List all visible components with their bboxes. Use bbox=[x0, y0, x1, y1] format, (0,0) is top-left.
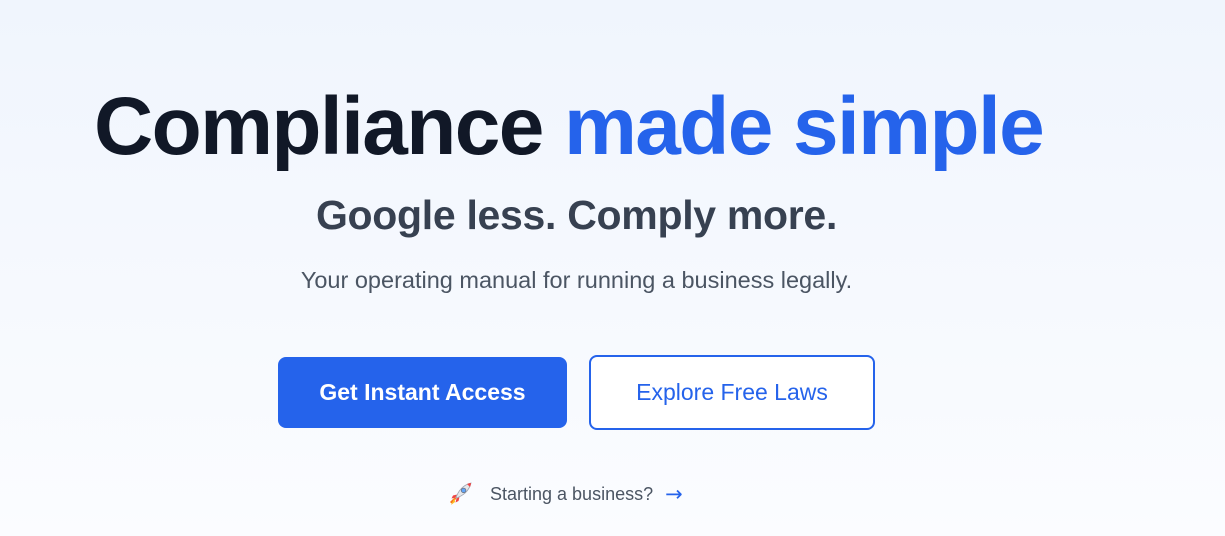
starting-a-business-label: Starting a business? bbox=[490, 483, 654, 504]
get-instant-access-button[interactable]: Get Instant Access bbox=[278, 357, 567, 428]
hero-subheadline: Google less. Comply more. bbox=[315, 192, 838, 238]
arrow-right-icon: → bbox=[665, 481, 683, 506]
hero-tagline: Your operating manual for running a busi… bbox=[300, 267, 853, 293]
explore-free-laws-button[interactable]: Explore Free Laws bbox=[589, 355, 875, 430]
hero-section: Compliance made simple Google less. Comp… bbox=[0, 0, 1225, 536]
headline-text: Compliance bbox=[94, 81, 544, 172]
starting-a-business-link[interactable]: Starting a business? → bbox=[446, 478, 683, 510]
headline-accent-text: made simple bbox=[563, 81, 1045, 172]
hero-headline: Compliance made simple bbox=[94, 78, 1045, 176]
rocket-icon bbox=[446, 480, 474, 508]
